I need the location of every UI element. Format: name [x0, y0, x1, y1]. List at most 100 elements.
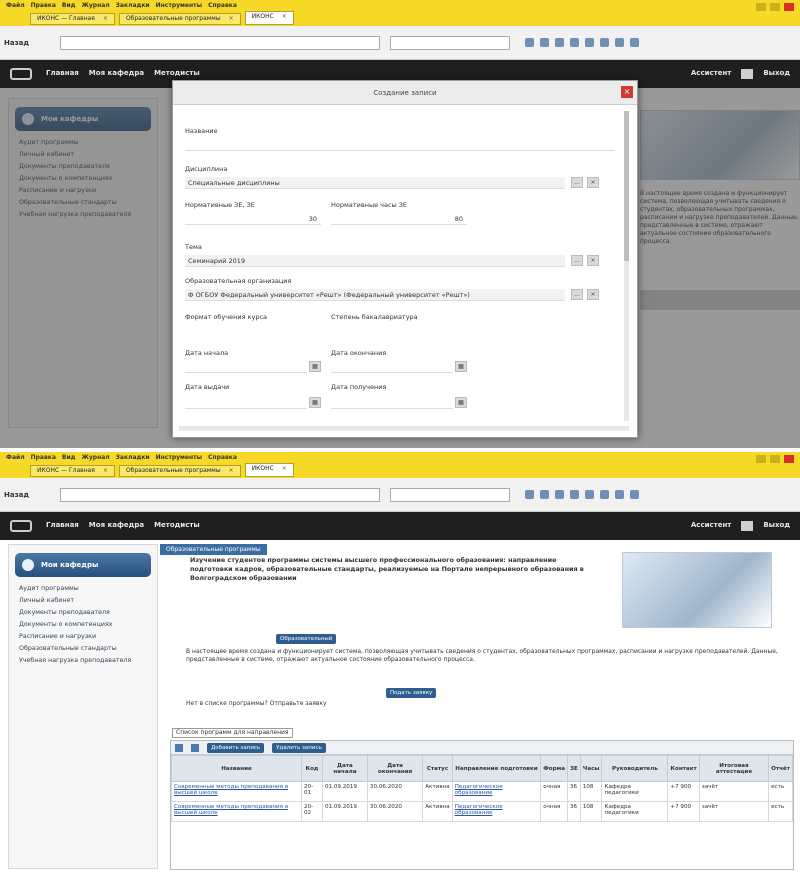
column-header[interactable]: Итоговая аттестация: [698, 755, 770, 782]
calendar-icon[interactable]: ▦: [309, 361, 321, 372]
url-field[interactable]: [60, 488, 380, 502]
column-header[interactable]: Направление подготовки: [451, 755, 542, 782]
user-name[interactable]: Ассистент: [691, 69, 731, 79]
subject-select-button[interactable]: ...: [571, 177, 583, 188]
program-link[interactable]: Современные методы преподавания в высшей…: [171, 781, 302, 802]
receive-date-input[interactable]: [331, 397, 453, 409]
end-date-input[interactable]: [331, 361, 453, 373]
exit-link[interactable]: Выход: [763, 521, 790, 531]
column-header[interactable]: Отчёт: [768, 755, 793, 782]
menu-help[interactable]: Справка: [208, 454, 237, 461]
info-button[interactable]: Образовательный: [276, 634, 337, 644]
dialog-horizontal-scrollbar[interactable]: [179, 426, 629, 431]
sidebar-item[interactable]: Личный кабинет: [19, 597, 147, 604]
menu-view[interactable]: Вид: [62, 2, 76, 9]
list-title[interactable]: Список программ для направления: [172, 728, 293, 738]
tab-programs[interactable]: Образовательные программы: [160, 544, 267, 555]
sync-icon[interactable]: [585, 38, 594, 47]
menu-file[interactable]: Файл: [6, 2, 25, 9]
subject-clear-icon[interactable]: ×: [587, 177, 599, 188]
app-menu-department[interactable]: Моя кафедра: [89, 521, 144, 529]
direction-link[interactable]: Педагогическое образование: [451, 781, 542, 802]
browser-tab-active[interactable]: ИКОНС ×: [244, 11, 294, 25]
organization-clear-icon[interactable]: ×: [587, 289, 599, 300]
addon-icon[interactable]: [600, 38, 609, 47]
sidebar-item[interactable]: Учебная нагрузка преподавателя: [19, 657, 147, 664]
column-header[interactable]: Дата окончания: [366, 755, 424, 782]
app-menu-methodists[interactable]: Методисты: [154, 69, 200, 77]
download-icon[interactable]: [540, 38, 549, 47]
minimize-icon[interactable]: [756, 3, 766, 11]
screenshot-icon[interactable]: [615, 38, 624, 47]
app-menu-methodists[interactable]: Методисты: [154, 521, 200, 529]
export-icon[interactable]: [191, 743, 199, 752]
column-header[interactable]: Название: [171, 755, 302, 782]
dialog-scrollbar[interactable]: [624, 111, 629, 421]
column-header[interactable]: Дата начала: [321, 755, 368, 782]
topic-clear-icon[interactable]: ×: [587, 255, 599, 266]
sidebar-header[interactable]: Мои кафедры: [15, 553, 151, 577]
calendar-icon[interactable]: ▦: [455, 361, 467, 372]
close-icon[interactable]: ×: [229, 467, 234, 474]
app-menu-home[interactable]: Главная: [46, 69, 79, 77]
column-header[interactable]: Код: [301, 755, 323, 782]
sidebar-item[interactable]: Документы преподавателя: [19, 609, 147, 616]
user-name[interactable]: Ассистент: [691, 521, 731, 531]
dialog-close-button[interactable]: ×: [621, 86, 633, 98]
menu-tools[interactable]: Инструменты: [156, 454, 202, 461]
sidebar-item[interactable]: Документы о компетенциях: [19, 621, 147, 628]
name-input[interactable]: [185, 139, 615, 151]
hours-input[interactable]: 80: [331, 213, 467, 225]
subject-input[interactable]: Специальные дисциплины: [185, 177, 565, 189]
download-icon[interactable]: [540, 490, 549, 499]
menu-view[interactable]: Вид: [62, 454, 76, 461]
sidebar-item[interactable]: Аудит программы: [19, 585, 147, 592]
menu-bookmarks[interactable]: Закладки: [116, 2, 150, 9]
back-button[interactable]: Назад: [4, 39, 29, 47]
addon-icon[interactable]: [600, 490, 609, 499]
column-header[interactable]: ЗЕ: [567, 755, 581, 782]
issue-date-input[interactable]: [185, 397, 307, 409]
app-menu-department[interactable]: Моя кафедра: [89, 69, 144, 77]
app-logo[interactable]: [10, 520, 32, 532]
topic-input[interactable]: Семинарий 2019: [185, 255, 565, 267]
maximize-icon[interactable]: [770, 455, 780, 463]
home-icon[interactable]: [555, 490, 564, 499]
column-header[interactable]: Часы: [579, 755, 603, 782]
menu-edit[interactable]: Правка: [31, 454, 56, 461]
close-icon[interactable]: ×: [229, 15, 234, 22]
bookmark-icon[interactable]: [525, 38, 534, 47]
menu-tools[interactable]: Инструменты: [156, 2, 202, 9]
pocket-icon[interactable]: [570, 38, 579, 47]
topic-select-button[interactable]: ...: [571, 255, 583, 266]
delete-record-button[interactable]: Удалить запись: [272, 742, 326, 753]
user-icon[interactable]: [741, 69, 754, 79]
close-icon[interactable]: ×: [103, 467, 108, 474]
user-icon[interactable]: [741, 521, 754, 531]
degree-label[interactable]: Степень бакалавриатура: [331, 313, 418, 321]
start-date-input[interactable]: [185, 361, 307, 373]
minimize-icon[interactable]: [756, 455, 766, 463]
browser-tab[interactable]: ИКОНС — Главная ×: [30, 13, 115, 25]
app-logo[interactable]: [10, 68, 32, 80]
browser-tab[interactable]: ИКОНС — Главная ×: [30, 465, 115, 477]
program-link[interactable]: Современные методы преподавания в высшей…: [171, 801, 302, 822]
menu-file[interactable]: Файл: [6, 454, 25, 461]
screenshot-icon[interactable]: [615, 490, 624, 499]
column-header[interactable]: Форма: [540, 755, 568, 782]
organization-input[interactable]: Ф ОГБОУ Федеральный университет «Решт» (…: [185, 289, 565, 301]
menu-icon[interactable]: [630, 38, 639, 47]
column-header[interactable]: Руководитель: [601, 755, 669, 782]
column-header[interactable]: Контакт: [667, 755, 700, 782]
organization-select-button[interactable]: ...: [571, 289, 583, 300]
window-close-icon[interactable]: [784, 455, 794, 463]
browser-search-field[interactable]: [390, 488, 510, 502]
sidebar-item[interactable]: Образовательные стандарты: [19, 645, 147, 652]
menu-edit[interactable]: Правка: [31, 2, 56, 9]
pocket-icon[interactable]: [570, 490, 579, 499]
apply-button[interactable]: Подать заявку: [386, 688, 437, 698]
add-record-button[interactable]: Добавить запись: [207, 742, 265, 753]
app-menu-home[interactable]: Главная: [46, 521, 79, 529]
home-icon[interactable]: [555, 38, 564, 47]
browser-tab[interactable]: Образовательные программы ×: [118, 13, 241, 25]
